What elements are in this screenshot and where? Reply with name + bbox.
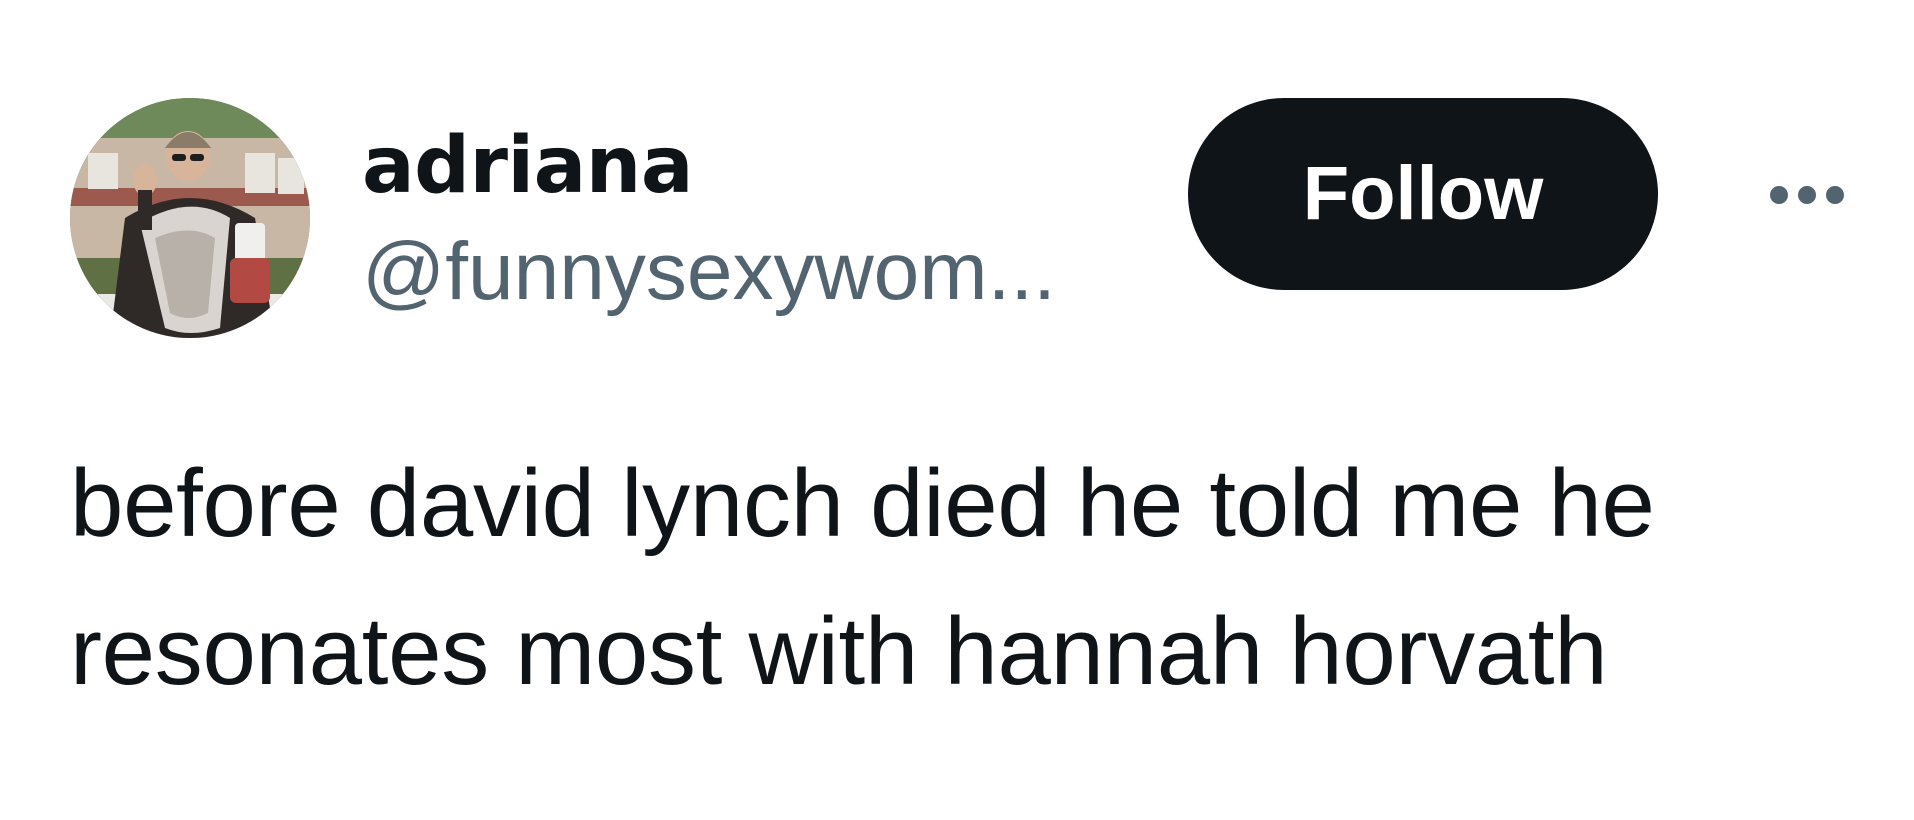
more-horizontal-icon-dot — [1798, 186, 1816, 204]
more-horizontal-icon-dot — [1826, 186, 1844, 204]
tweet-text: before david lynch died he told me he re… — [70, 430, 1870, 726]
follow-button[interactable]: Follow — [1188, 98, 1658, 290]
display-name[interactable]: adriana — [362, 118, 1162, 214]
profile-photo-icon — [70, 98, 310, 338]
tweet-text-line: resonates most with hannah horvath — [70, 598, 1608, 705]
tweet-text-line: before david lynch died he told me he — [70, 450, 1655, 557]
user-info: adriana @funnysexywom... — [362, 118, 1162, 320]
more-options-button[interactable] — [1752, 150, 1862, 240]
more-horizontal-icon — [1770, 186, 1788, 204]
tweet-header: adriana @funnysexywom... Follow — [0, 0, 1914, 360]
tweet-card: adriana @funnysexywom... Follow before d… — [0, 0, 1914, 820]
user-handle[interactable]: @funnysexywom... — [362, 224, 1142, 320]
avatar[interactable] — [70, 98, 310, 338]
